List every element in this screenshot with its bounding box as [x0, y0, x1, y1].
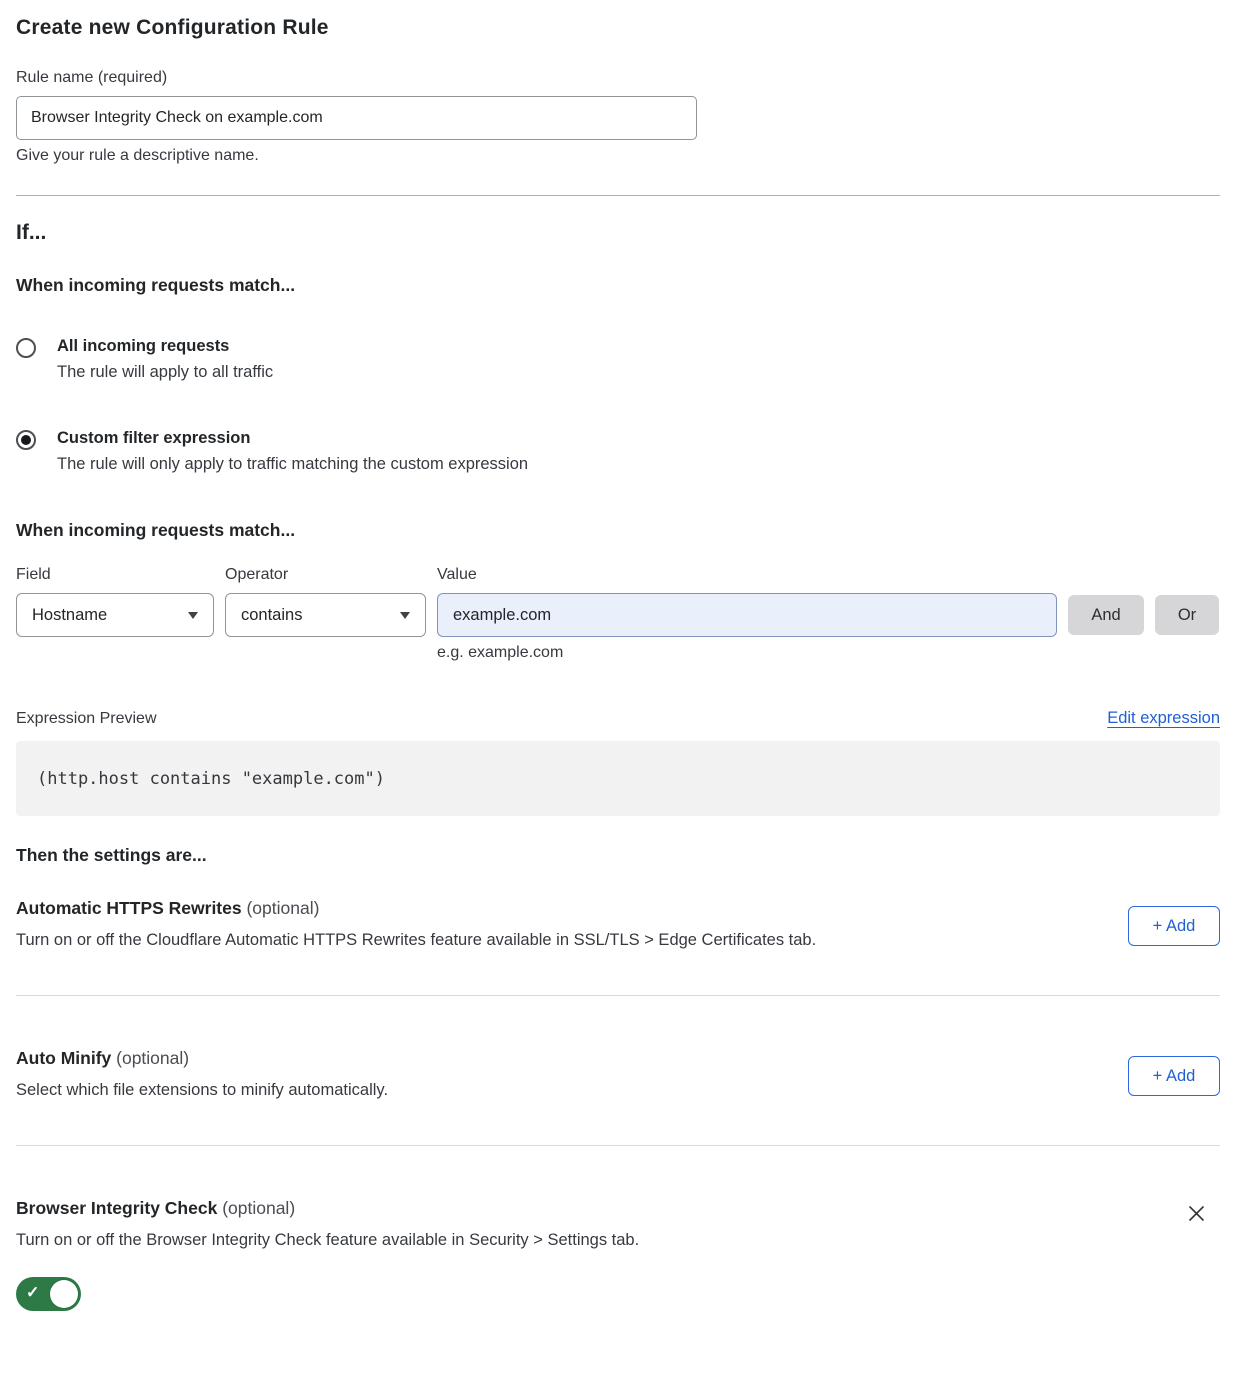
edit-expression-link[interactable]: Edit expression: [1107, 709, 1220, 728]
match-heading: When incoming requests match...: [16, 275, 1220, 296]
setting-name: Auto Minify (optional): [16, 1048, 388, 1069]
add-auto-minify-button[interactable]: + Add: [1128, 1056, 1220, 1096]
chevron-down-icon: [400, 612, 410, 619]
and-button[interactable]: And: [1068, 595, 1144, 635]
operator-column-label: Operator: [225, 566, 426, 584]
setting-automatic-https-rewrites: Automatic HTTPS Rewrites (optional) Turn…: [16, 898, 1220, 950]
radio-option-all-requests[interactable]: All incoming requests The rule will appl…: [16, 337, 1220, 382]
value-input[interactable]: [437, 593, 1057, 637]
page-title: Create new Configuration Rule: [16, 16, 1220, 40]
field-select[interactable]: Hostname: [16, 593, 214, 637]
check-icon: ✓: [26, 1286, 39, 1302]
expression-preview-code: (http.host contains "example.com"): [16, 741, 1220, 816]
optional-label: (optional): [246, 898, 319, 918]
setting-name: Browser Integrity Check (optional): [16, 1198, 639, 1219]
section-divider: [16, 1145, 1220, 1146]
add-automatic-https-rewrites-button[interactable]: + Add: [1128, 906, 1220, 946]
setting-auto-minify: Auto Minify (optional) Select which file…: [16, 1048, 1220, 1100]
setting-name: Automatic HTTPS Rewrites (optional): [16, 898, 816, 919]
close-icon: [1187, 1204, 1206, 1223]
operator-select[interactable]: contains: [225, 593, 426, 637]
radio-button-unselected[interactable]: [16, 338, 36, 358]
radio-option-label: All incoming requests: [57, 337, 273, 356]
browser-integrity-check-toggle[interactable]: ✓: [16, 1277, 81, 1311]
optional-label: (optional): [222, 1198, 295, 1218]
chevron-down-icon: [188, 612, 198, 619]
section-divider: [16, 195, 1220, 196]
expression-preview-label: Expression Preview: [16, 710, 157, 728]
radio-button-selected[interactable]: [16, 430, 36, 450]
rule-name-input[interactable]: [16, 96, 697, 140]
operator-select-value: contains: [241, 606, 302, 625]
toggle-knob: [50, 1280, 78, 1308]
setting-description: Turn on or off the Cloudflare Automatic …: [16, 931, 816, 950]
value-help-text: e.g. example.com: [437, 644, 1220, 662]
setting-description: Select which file extensions to minify a…: [16, 1081, 388, 1100]
value-column-label: Value: [437, 566, 1057, 584]
section-divider: [16, 995, 1220, 996]
if-heading: If...: [16, 221, 1220, 245]
expression-builder-heading: When incoming requests match...: [16, 520, 1220, 541]
radio-option-description: The rule will apply to all traffic: [57, 363, 273, 382]
remove-setting-button[interactable]: [1185, 1202, 1208, 1225]
rule-name-label: Rule name (required): [16, 69, 1220, 87]
field-select-value: Hostname: [32, 606, 107, 625]
radio-option-label: Custom filter expression: [57, 429, 528, 448]
radio-option-custom-filter[interactable]: Custom filter expression The rule will o…: [16, 429, 1220, 474]
rule-name-help: Give your rule a descriptive name.: [16, 147, 1220, 165]
or-button[interactable]: Or: [1155, 595, 1219, 635]
expression-preview-header: Expression Preview Edit expression: [16, 709, 1220, 728]
setting-browser-integrity-check: Browser Integrity Check (optional) Turn …: [16, 1198, 1220, 1311]
then-heading: Then the settings are...: [16, 845, 1220, 866]
radio-option-description: The rule will only apply to traffic matc…: [57, 455, 528, 474]
field-column-label: Field: [16, 566, 214, 584]
expression-builder-labels: Field Operator Value: [16, 566, 1220, 584]
setting-description: Turn on or off the Browser Integrity Che…: [16, 1231, 639, 1250]
expression-builder-row: Hostname contains And Or: [16, 593, 1220, 637]
optional-label: (optional): [116, 1048, 189, 1068]
